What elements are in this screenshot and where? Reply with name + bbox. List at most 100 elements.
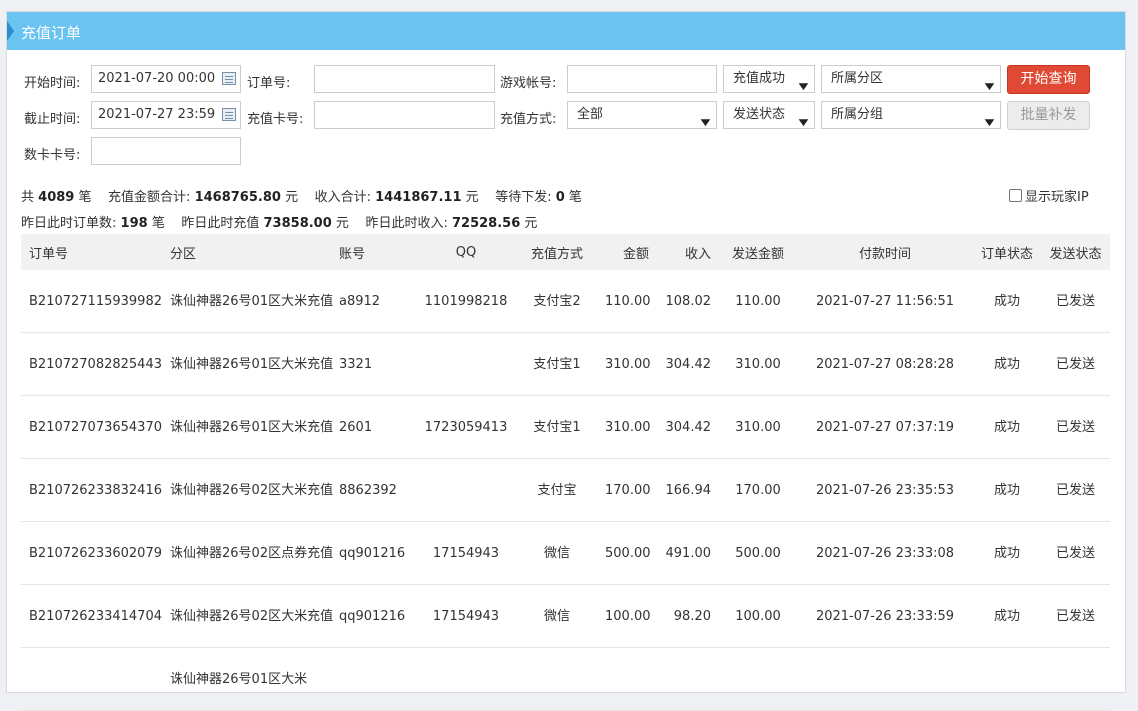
table-row: B210726233602079 诛仙神器26号02区点券充值 qq901216 17… — [21, 521, 1110, 585]
cell-income: 166.94 — [657, 458, 719, 522]
chevron-down-icon: ▼ — [984, 118, 995, 128]
cell-sent-amount: 310.00 — [719, 395, 797, 459]
cell-order-no: B210727115939982 — [21, 270, 162, 333]
table-row: B210726233414704 诛仙神器26号02区大米充值 qq901216 17… — [21, 584, 1110, 648]
card-no-label: 充值卡号: — [247, 112, 304, 127]
yesterday-income-value: 72528.56 — [452, 216, 521, 231]
end-time-label: 截止时间: — [24, 112, 81, 127]
cell-order-status[interactable]: 成功 — [973, 270, 1041, 333]
total-count: 4089 — [38, 190, 75, 205]
income-total-value: 1441867.11 — [375, 190, 462, 205]
cell-amount: 310.00 — [597, 395, 657, 459]
income-unit: 元 — [465, 190, 479, 205]
group-select[interactable]: 所属分组 ▼ — [821, 101, 1001, 129]
cell-pay-time: 2021-07-27 07:37:19 — [797, 395, 973, 459]
start-search-button[interactable]: 开始查询 — [1007, 65, 1090, 94]
show-ip-checkbox[interactable] — [1009, 189, 1022, 202]
cell-amount: 100.00 — [597, 584, 657, 648]
panel-header: 充值订单 — [7, 12, 1125, 50]
order-status-value: 充值成功 — [733, 71, 786, 86]
cell-region: 诛仙神器26号02区大米充值 — [162, 458, 333, 522]
cell-order-no — [21, 647, 162, 711]
cell-send-status: 已发送 — [1041, 395, 1110, 459]
cell-income: 304.42 — [657, 332, 719, 396]
cell-region: 诛仙神器26号01区大米充值 — [162, 270, 333, 333]
col-region: 分区 — [162, 234, 331, 270]
serial-no-input[interactable] — [91, 137, 241, 165]
col-pay-time: 付款时间 — [797, 234, 973, 270]
cell-order-no: B210727073654370 — [21, 395, 162, 459]
start-time-input[interactable]: 2021-07-20 00:00 — [91, 65, 241, 93]
col-account: 账号 — [331, 234, 415, 270]
calendar-icon[interactable] — [222, 108, 236, 121]
start-time-label: 开始时间: — [24, 76, 81, 91]
cell-region: 诛仙神器26号02区大米充值 — [162, 584, 333, 648]
cell-pay-time: 2021-07-26 23:33:59 — [797, 584, 973, 648]
cell-sent-amount: 110.00 — [719, 270, 797, 333]
income-total-label: 收入合计: — [314, 190, 371, 205]
cell-send-status: 已发送 — [1041, 270, 1110, 333]
cell-account: qq901216 — [331, 521, 415, 585]
table-row: B210726233832416 诛仙神器26号02区大米充值 8862392 支付宝… — [21, 458, 1110, 522]
cell-qq: 17154943 — [415, 584, 517, 648]
cell-send-status: 已发送 — [1041, 332, 1110, 396]
cell-payment-method: 支付宝1 — [517, 332, 597, 396]
send-status-select[interactable]: 发送状态 ▼ — [723, 101, 815, 129]
cell-amount — [597, 647, 657, 711]
order-no-input[interactable] — [314, 65, 495, 93]
cell-send-status: 已发送 — [1041, 584, 1110, 648]
cell-order-no: B210726233832416 — [21, 458, 162, 522]
yesterday-orders-unit: 笔 — [151, 216, 165, 231]
region-select[interactable]: 所属分区 ▼ — [821, 65, 1001, 93]
table-row: 诛仙神器26号01区大米 — [21, 647, 1110, 711]
col-qq: QQ — [415, 234, 517, 270]
pending-unit: 笔 — [568, 190, 582, 205]
cell-payment-method: 微信 — [517, 584, 597, 648]
cell-sent-amount: 310.00 — [719, 332, 797, 396]
cell-region: 诛仙神器26号02区点券充值 — [162, 521, 333, 585]
cell-order-status[interactable]: 成功 — [973, 458, 1041, 522]
total-unit: 笔 — [78, 190, 92, 205]
cell-qq: 1101998218 — [415, 270, 517, 333]
cell-order-status[interactable]: 成功 — [973, 332, 1041, 396]
show-ip-label[interactable]: 显示玩家IP — [1025, 186, 1089, 205]
cell-order-status[interactable]: 成功 — [973, 584, 1041, 648]
col-sent-amount: 发送金额 — [719, 234, 797, 270]
cell-order-status[interactable]: 成功 — [973, 395, 1041, 459]
cell-sent-amount — [719, 647, 797, 711]
cell-region: 诛仙神器26号01区大米充值 — [162, 395, 333, 459]
cell-order-no: B210727082825443 — [21, 332, 162, 396]
cell-qq — [415, 458, 517, 522]
cell-order-status[interactable]: 成功 — [973, 521, 1041, 585]
table-row: B210727073654370 诛仙神器26号01区大米充值 2601 172305… — [21, 395, 1110, 459]
calendar-icon[interactable] — [222, 72, 236, 85]
card-no-input[interactable] — [314, 101, 495, 129]
col-method: 充值方式 — [517, 234, 597, 270]
col-income: 收入 — [657, 234, 719, 270]
group-value: 所属分组 — [831, 107, 884, 122]
summary-line-2: 昨日此时订单数: 198 笔 昨日此时充值 73858.00 元 昨日此时收入:… — [21, 212, 537, 231]
table-row: B210727082825443 诛仙神器26号01区大米充值 3321 支付宝1 31… — [21, 332, 1110, 396]
cell-payment-method: 微信 — [517, 521, 597, 585]
payment-method-label: 充值方式: — [500, 112, 557, 127]
cell-income: 491.00 — [657, 521, 719, 585]
cell-send-status — [1041, 647, 1110, 711]
serial-no-label: 数卡卡号: — [24, 148, 81, 163]
cell-order-status[interactable] — [973, 647, 1041, 711]
amount-total-value: 1468765.80 — [194, 190, 281, 205]
yesterday-orders-value: 198 — [120, 216, 148, 231]
yesterday-recharge-unit: 元 — [335, 216, 349, 231]
pending-value: 0 — [555, 190, 565, 205]
game-account-input[interactable] — [567, 65, 717, 93]
table-row: B210727115939982 诛仙神器26号01区大米充值 a8912 11019… — [21, 270, 1110, 333]
cell-pay-time: 2021-07-26 23:33:08 — [797, 521, 973, 585]
end-time-input[interactable]: 2021-07-27 23:59 — [91, 101, 241, 129]
cell-income — [657, 647, 719, 711]
payment-method-select[interactable]: 全部 ▼ — [567, 101, 717, 129]
cell-account: qq901216 — [331, 584, 415, 648]
end-time-value: 2021-07-27 23:59 — [98, 107, 216, 122]
cell-income: 108.02 — [657, 270, 719, 333]
chevron-down-icon: ▼ — [700, 118, 711, 128]
order-status-select[interactable]: 充值成功 ▼ — [723, 65, 815, 93]
batch-resend-button[interactable]: 批量补发 — [1007, 101, 1090, 130]
